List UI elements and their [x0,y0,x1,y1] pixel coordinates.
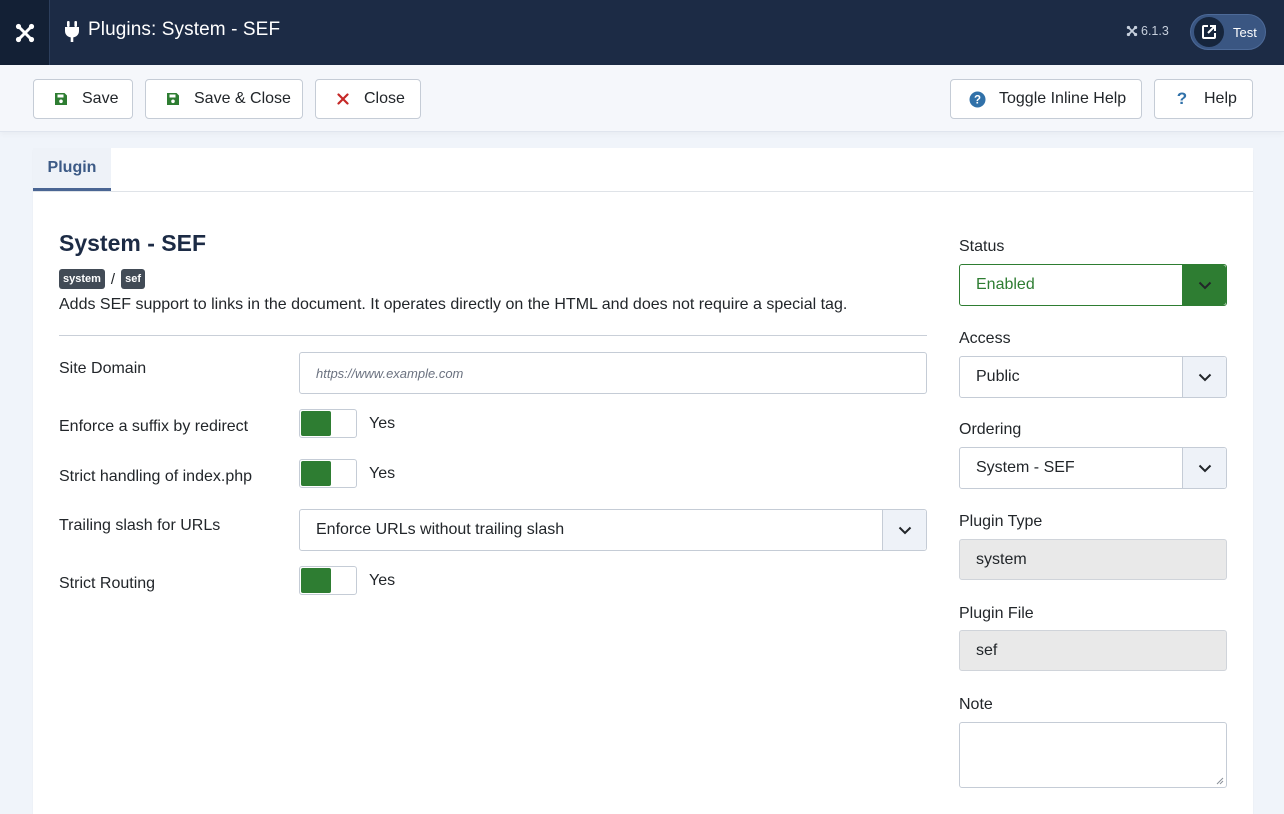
trailing-slash-value: Enforce URLs without trailing slash [316,521,565,538]
toggle-inline-help-label: Toggle Inline Help [999,90,1127,107]
external-link-icon [1194,17,1224,47]
joomla-small-icon [1126,25,1138,37]
user-menu-button[interactable]: Test [1190,14,1266,50]
toggle-inline-help-button[interactable]: ? Toggle Inline Help [950,79,1142,119]
tab-plugin[interactable]: Plugin [33,148,111,191]
access-value: Public [976,368,1020,385]
plugin-tags: system / sef [59,269,145,289]
tab-bar: Plugin [33,148,1253,192]
user-label: Test [1233,24,1257,40]
floppy-disk-icon [52,92,70,106]
access-label: Access [959,330,1011,347]
trailing-slash-select[interactable]: Enforce URLs without trailing slash [299,509,927,551]
strict-index-value: Yes [369,465,396,482]
close-button-label: Close [364,90,405,107]
version-label: 6.1.3 [1141,24,1169,38]
enforce-suffix-switch[interactable] [299,409,357,438]
note-textarea[interactable] [959,722,1227,788]
chevron-down-icon [1182,448,1226,488]
enforce-suffix-label: Enforce a suffix by redirect [59,418,249,435]
help-button-label: Help [1204,90,1237,107]
divider [59,335,927,336]
plugin-file-label: Plugin File [959,605,1034,622]
save-button[interactable]: Save [33,79,133,119]
strict-index-switch[interactable] [299,459,357,488]
toolbar: Save Save & Close Close ? Toggle Inline … [0,65,1284,132]
tag-sef: sef [121,269,145,289]
plugin-type-label: Plugin Type [959,513,1043,530]
access-select[interactable]: Public [959,356,1227,398]
plugin-type-field: system [959,539,1227,580]
help-button[interactable]: ? Help [1154,79,1253,119]
ordering-value: System - SEF [976,459,1075,476]
note-label: Note [959,696,993,713]
trailing-slash-label: Trailing slash for URLs [59,517,221,534]
resize-grip-icon[interactable] [1216,777,1224,785]
status-select[interactable]: Enabled [959,264,1227,306]
save-button-label: Save [82,90,119,107]
x-icon [334,93,352,105]
switch-knob [301,461,331,486]
version-info: 6.1.3 [1126,24,1169,38]
chevron-down-icon [1182,357,1226,397]
svg-text:?: ? [973,94,980,106]
strict-routing-label: Strict Routing [59,575,156,592]
switch-knob [301,411,331,436]
plug-icon [65,21,79,42]
save-close-button-label: Save & Close [194,90,291,107]
plugin-edit-card: Plugin System - SEF system / sef Adds SE… [33,148,1253,814]
chevron-down-icon [882,510,926,550]
switch-knob [301,568,331,593]
question-mark-icon: ? [1176,89,1188,108]
strict-routing-value: Yes [369,572,396,589]
enforce-suffix-value: Yes [369,415,396,432]
joomla-logo[interactable] [0,0,50,65]
question-circle-icon: ? [968,91,986,108]
close-button[interactable]: Close [315,79,421,119]
strict-index-label: Strict handling of index.php [59,468,253,485]
header-bar: Plugins: System - SEF 6.1.3 Test [0,0,1284,65]
site-domain-input[interactable] [299,352,927,394]
plugin-description: Adds SEF support to links in the documen… [59,296,848,313]
plugin-title: System - SEF [59,230,206,256]
plugin-file-field: sef [959,630,1227,671]
site-domain-label: Site Domain [59,360,147,377]
ordering-select[interactable]: System - SEF [959,447,1227,489]
chevron-down-icon [1182,265,1226,305]
save-close-button[interactable]: Save & Close [145,79,303,119]
joomla-logo-icon [15,23,34,42]
status-label: Status [959,238,1005,255]
status-value: Enabled [976,276,1035,293]
tag-system: system [59,269,105,289]
tag-separator: / [110,270,116,288]
strict-routing-switch[interactable] [299,566,357,595]
floppy-disk-icon [164,92,182,106]
page-title: Plugins: System - SEF [88,19,281,40]
ordering-label: Ordering [959,421,1022,438]
